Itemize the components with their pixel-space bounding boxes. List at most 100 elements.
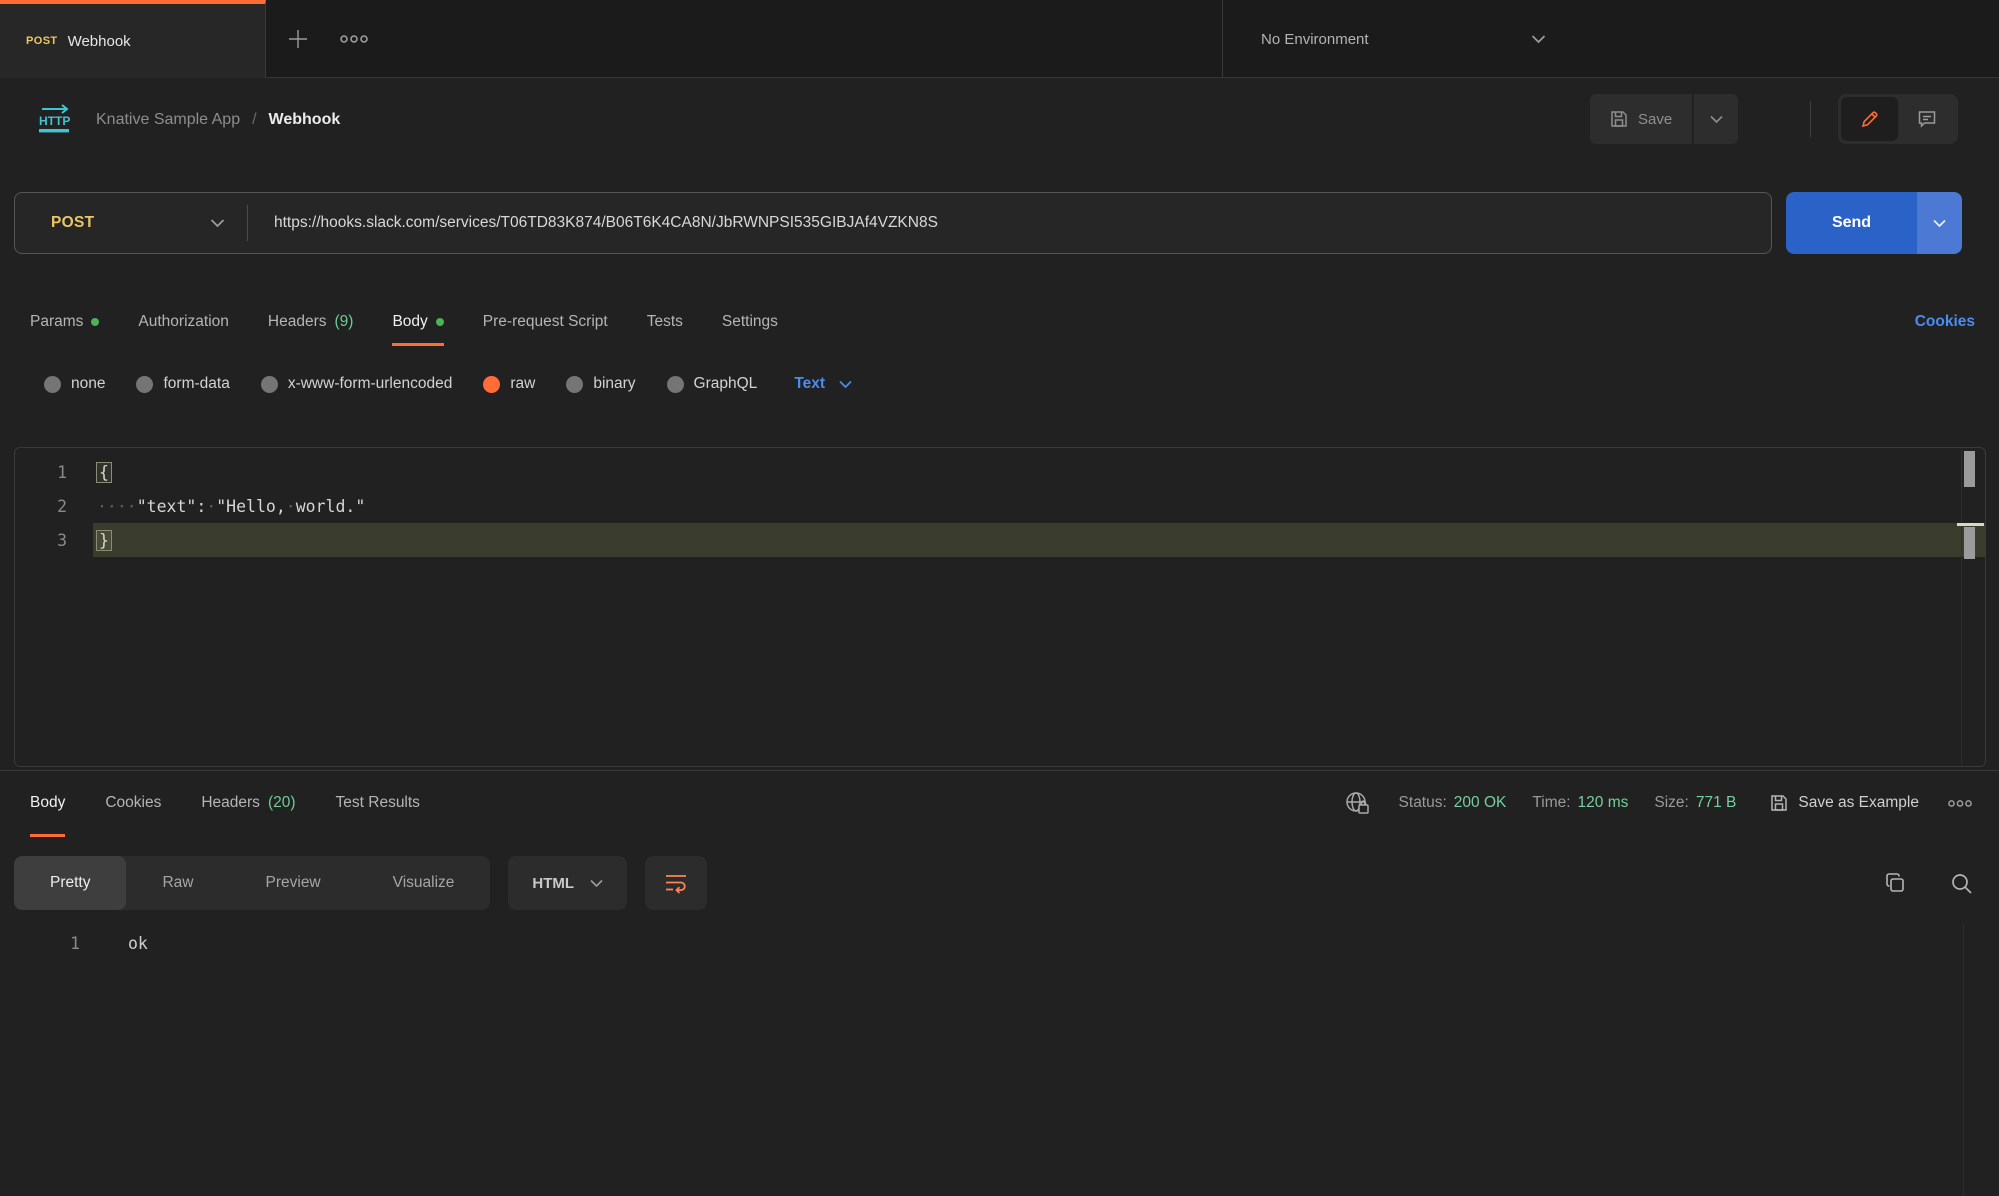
top-tab-bar: POST Webhook No Environment	[0, 0, 1999, 78]
mode-none[interactable]: none	[44, 375, 105, 393]
view-preview[interactable]: Preview	[230, 856, 357, 910]
response-tab-body[interactable]: Body	[30, 771, 65, 835]
tab-count: (9)	[334, 313, 353, 331]
save-as-example-button[interactable]: Save as Example	[1770, 794, 1919, 812]
url-input[interactable]: https://hooks.slack.com/services/T06TD83…	[248, 214, 938, 232]
radio-icon[interactable]	[44, 376, 61, 393]
save-button-label: Save	[1638, 111, 1672, 128]
response-format-selector[interactable]: HTML	[508, 856, 627, 910]
environment-dropdown-button[interactable]	[1531, 0, 1546, 78]
tab-body[interactable]: Body	[392, 300, 443, 344]
status-label: Status:	[1399, 794, 1447, 812]
save-options-button[interactable]	[1694, 94, 1738, 144]
code-text: "text":	[137, 497, 207, 516]
mode-graphql[interactable]: GraphQL	[667, 375, 758, 393]
radio-icon[interactable]	[261, 376, 278, 393]
mode-label: raw	[510, 375, 535, 393]
search-icon[interactable]	[1950, 872, 1973, 895]
method-selector[interactable]: POST	[15, 214, 247, 232]
mode-x-www-form-urlencoded[interactable]: x-www-form-urlencoded	[261, 375, 453, 393]
response-tab-cookies[interactable]: Cookies	[105, 771, 161, 835]
line-number: 1	[15, 463, 93, 482]
editor-overview-thumb[interactable]	[1964, 527, 1975, 559]
tab-tests[interactable]: Tests	[647, 300, 683, 344]
editor-line[interactable]: 1 {	[15, 455, 1985, 489]
mode-raw[interactable]: raw	[483, 375, 535, 393]
green-dot-indicator	[436, 318, 444, 326]
breadcrumb-collection[interactable]: Knative Sample App	[96, 111, 240, 129]
breadcrumb-request-name[interactable]: Webhook	[269, 111, 341, 129]
more-options-icon	[1947, 799, 1973, 808]
comment-icon	[1917, 109, 1937, 129]
response-scrollbar-track	[1963, 924, 1964, 1196]
cookies-link[interactable]: Cookies	[1915, 313, 1975, 331]
copy-icon[interactable]	[1884, 872, 1906, 894]
new-tab-button[interactable]	[278, 0, 318, 78]
response-body-line[interactable]: 1 ok	[14, 924, 1959, 962]
response-meta-row: Body Cookies Headers (20) Test Results S…	[30, 771, 1973, 835]
floppy-disk-icon	[1770, 794, 1788, 812]
radio-icon[interactable]	[566, 376, 583, 393]
view-raw[interactable]: Raw	[126, 856, 229, 910]
mode-label: form-data	[163, 375, 229, 393]
radio-selected-icon[interactable]	[483, 376, 500, 393]
save-button[interactable]: Save	[1590, 94, 1692, 144]
time-value: 120 ms	[1578, 794, 1629, 812]
wrap-text-button[interactable]	[645, 856, 707, 910]
tab-pre-request-script[interactable]: Pre-request Script	[483, 300, 608, 344]
request-tab[interactable]: POST Webhook	[0, 0, 266, 78]
tab-options-button[interactable]	[334, 0, 374, 78]
tab-params[interactable]: Params	[30, 300, 99, 344]
wrap-text-icon	[664, 872, 688, 894]
response-status-group: Status: 200 OK Time: 120 ms Size: 771 B …	[1345, 791, 1973, 815]
tab-label: Body	[392, 313, 427, 331]
format-label: HTML	[532, 875, 574, 892]
tab-authorization[interactable]: Authorization	[138, 300, 228, 344]
response-action-icons	[1884, 872, 1973, 895]
code-text: world."	[296, 497, 366, 516]
tab-label: Headers	[201, 794, 260, 812]
chevron-down-icon	[210, 218, 225, 228]
request-tab-title: Webhook	[68, 33, 131, 50]
editor-cursor-marker	[1957, 523, 1984, 526]
tab-label: Body	[30, 794, 65, 812]
mode-binary[interactable]: binary	[566, 375, 635, 393]
editor-scrollbar-track	[1961, 449, 1962, 765]
tab-label: Headers	[268, 313, 327, 331]
editor-scrollbar-thumb[interactable]	[1964, 451, 1975, 487]
response-tab-test-results[interactable]: Test Results	[336, 771, 420, 835]
mode-label: GraphQL	[694, 375, 758, 393]
response-more-options-button[interactable]	[1947, 799, 1973, 808]
response-tab-headers[interactable]: Headers (20)	[201, 771, 295, 835]
chevron-down-icon	[839, 380, 852, 389]
network-globe-lock-icon[interactable]	[1345, 791, 1371, 815]
tab-label: Cookies	[105, 794, 161, 812]
breadcrumb: Knative Sample App / Webhook	[96, 79, 340, 161]
tab-count: (20)	[268, 794, 296, 812]
radio-icon[interactable]	[136, 376, 153, 393]
editor-line-active[interactable]: 3 }	[15, 523, 1985, 557]
tab-settings[interactable]: Settings	[722, 300, 778, 344]
editor-line[interactable]: 2 ····"text":·"Hello,·world."	[15, 489, 1985, 523]
view-visualize[interactable]: Visualize	[357, 856, 491, 910]
edit-mode-button[interactable]	[1841, 97, 1898, 141]
view-pretty[interactable]: Pretty	[14, 856, 126, 910]
request-tab-method: POST	[26, 35, 58, 47]
breadcrumb-separator: /	[252, 111, 256, 129]
send-button[interactable]: Send	[1786, 192, 1917, 254]
time-stat: Time: 120 ms	[1532, 794, 1628, 812]
line-number: 1	[14, 934, 80, 953]
request-body-editor[interactable]: 1 { 2 ····"text":·"Hello,·world." 3 }	[14, 447, 1986, 767]
comments-button[interactable]	[1898, 97, 1955, 141]
tab-headers[interactable]: Headers (9)	[268, 300, 354, 344]
time-label: Time:	[1532, 794, 1570, 812]
environment-selector[interactable]: No Environment	[1261, 0, 1369, 78]
code-text: "Hello,	[216, 497, 286, 516]
mode-form-data[interactable]: form-data	[136, 375, 229, 393]
request-header-row: HTTP Knative Sample App / Webhook Save	[0, 79, 1999, 161]
send-options-button[interactable]	[1917, 192, 1962, 254]
radio-icon[interactable]	[667, 376, 684, 393]
raw-language-selector[interactable]: Text	[794, 375, 852, 393]
header-divider	[1810, 101, 1811, 137]
body-mode-row: none form-data x-www-form-urlencoded raw…	[44, 366, 852, 402]
